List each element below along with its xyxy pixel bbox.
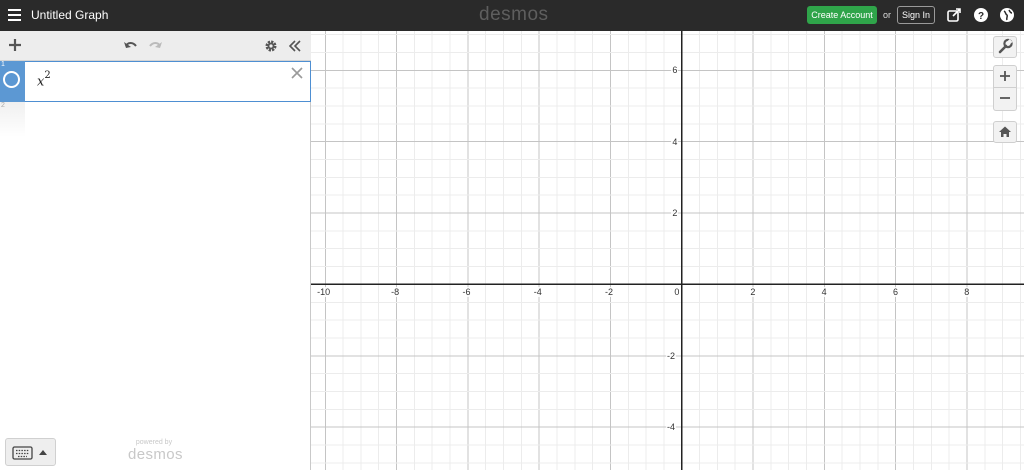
expression-toolbar bbox=[0, 31, 311, 61]
help-icon[interactable]: ? bbox=[973, 7, 989, 23]
keypad-toggle-button[interactable] bbox=[5, 438, 56, 466]
x-tick-label: 6 bbox=[891, 287, 899, 298]
visibility-toggle-icon[interactable] bbox=[3, 71, 20, 88]
top-bar: Untitled Graph desmos Create Account or … bbox=[0, 0, 1024, 31]
x-tick-label: 4 bbox=[820, 287, 828, 298]
expression-tab: 1 bbox=[0, 61, 25, 102]
zoom-in-icon bbox=[1000, 71, 1010, 81]
expression-tab: 2 bbox=[0, 102, 25, 137]
delete-expression-icon[interactable] bbox=[290, 66, 304, 85]
graph-settings-button[interactable] bbox=[993, 36, 1017, 58]
x-tick-label: -6 bbox=[461, 287, 472, 298]
x-tick-label: 0 bbox=[673, 287, 681, 298]
add-icon[interactable] bbox=[8, 38, 22, 57]
create-account-button[interactable]: Create Account bbox=[807, 6, 877, 24]
expression-row[interactable]: 1 x2 bbox=[0, 61, 311, 102]
redo-icon[interactable] bbox=[148, 39, 163, 57]
graph-grid bbox=[311, 31, 1024, 470]
x-tick-label: 2 bbox=[749, 287, 757, 298]
zoom-out-icon bbox=[1000, 97, 1010, 99]
menu-icon[interactable] bbox=[8, 9, 21, 21]
expression-input[interactable]: x2 bbox=[37, 70, 51, 89]
powered-by-label: powered by bbox=[135, 439, 173, 446]
or-label: or bbox=[883, 10, 892, 20]
desmos-logo: desmos bbox=[479, 4, 549, 25]
wrench-icon bbox=[998, 38, 1013, 54]
zoom-in-button[interactable] bbox=[993, 65, 1017, 88]
expression-row-empty[interactable]: 2 bbox=[0, 102, 311, 137]
zoom-out-button[interactable] bbox=[993, 88, 1017, 111]
x-tick-label: -4 bbox=[532, 287, 543, 298]
expression-exponent: 2 bbox=[44, 70, 51, 81]
y-tick-label: 6 bbox=[671, 65, 679, 76]
y-tick-label: -4 bbox=[665, 422, 676, 433]
default-viewport-button[interactable] bbox=[993, 121, 1017, 143]
y-tick-label: 4 bbox=[671, 136, 679, 147]
x-tick-label: -10 bbox=[316, 287, 332, 298]
home-icon bbox=[999, 126, 1011, 137]
graph-title[interactable]: Untitled Graph bbox=[31, 8, 108, 22]
x-tick-label: 8 bbox=[963, 287, 971, 298]
sign-in-button[interactable]: Sign In bbox=[897, 6, 935, 24]
settings-icon[interactable] bbox=[264, 39, 278, 58]
svg-text:?: ? bbox=[978, 11, 984, 22]
graph-paper[interactable]: -10 -8 -6 -4 -2 0 2 4 6 8 6 4 2 -2 -4 bbox=[311, 31, 1024, 470]
x-tick-label: -8 bbox=[390, 287, 401, 298]
y-tick-label: -2 bbox=[665, 350, 676, 361]
x-tick-label: -2 bbox=[604, 287, 615, 298]
powered-by-brand: desmos bbox=[128, 446, 183, 463]
expression-index: 2 bbox=[1, 102, 5, 109]
powered-by-desmos: powered by desmos bbox=[128, 439, 183, 463]
share-icon[interactable] bbox=[946, 7, 962, 23]
keyboard-icon bbox=[12, 446, 47, 460]
language-icon[interactable] bbox=[999, 7, 1015, 23]
undo-icon[interactable] bbox=[123, 39, 138, 57]
y-tick-label: 2 bbox=[671, 208, 679, 219]
collapse-icon[interactable] bbox=[288, 39, 302, 58]
expression-index: 1 bbox=[1, 61, 5, 68]
expression-panel: 1 x2 2 powered by desmos bbox=[0, 31, 311, 470]
